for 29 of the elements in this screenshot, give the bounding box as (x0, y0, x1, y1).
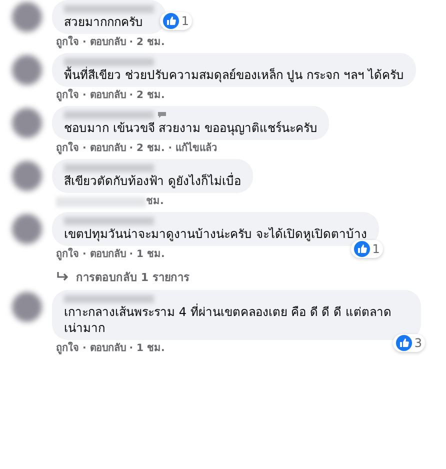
comment-text: พื้นที่สีเขียว ช่วยปรับความสมดุลย์ของเหล็ก ปูน กระจก ฯลฯ ได้ครับ (64, 67, 404, 83)
reaction-badge[interactable]: 1 (351, 240, 383, 258)
avatar[interactable] (12, 161, 42, 191)
comment-actions[interactable]: ถูกใจ · ตอบกลับ · 1 ชม. (56, 248, 165, 262)
reaction-badge[interactable]: 3 (393, 334, 425, 352)
comment-actions[interactable]: ถูกใจ · ตอบกลับ · 2 ชม. (56, 36, 165, 50)
comment-actions[interactable]: ถูกใจ · ตอบกลับ · 1 ชม. (56, 342, 165, 356)
reaction-count: 3 (414, 336, 422, 350)
reaction-badge[interactable]: 1 (160, 12, 192, 30)
comment-text: ชอบมาก เข้นวขจี สวยงาม ขออนุญาติแชร์นะครับ (64, 120, 318, 136)
reaction-count: 1 (181, 14, 189, 28)
comment-actions[interactable]: ถูกใจ · ตอบกลับ · 2 ชม. (56, 89, 165, 103)
like-icon (354, 241, 370, 257)
avatar[interactable] (12, 108, 42, 138)
like-icon (163, 13, 180, 29)
avatar[interactable] (12, 214, 42, 244)
avatar[interactable] (12, 292, 42, 322)
reaction-count: 1 (372, 242, 380, 256)
avatar[interactable] (12, 55, 42, 85)
comment-text: สีเขียวตัดกับท้องฟ้า ดูยังไงก็ไม่เบื่อ (64, 173, 241, 189)
comment-text: เกาะกลางเส้นพระราม 4 ที่ผ่านเขตคลองเตย คือ ดี ดี ดี แต่ตลาดเน่ามาก (64, 304, 392, 336)
like-icon (396, 335, 412, 351)
comment-actions[interactable]: ชม. (146, 195, 164, 209)
view-replies-link[interactable]: การตอบกลับ 1 รายการ (56, 268, 446, 286)
comment-text: เขตปทุมวันน่าจะมาดูงานบ้างน่ะครับ จะได้เปิดหูเปิดตาบ้าง (64, 226, 367, 242)
reply-arrow-icon (56, 272, 70, 282)
comment-text: สวยมากกกครับ (64, 14, 144, 30)
comment-actions[interactable]: ถูกใจ · ตอบกลับ · 2 ชม. · แก้ไขแล้ว (56, 142, 218, 156)
avatar[interactable] (12, 2, 42, 32)
